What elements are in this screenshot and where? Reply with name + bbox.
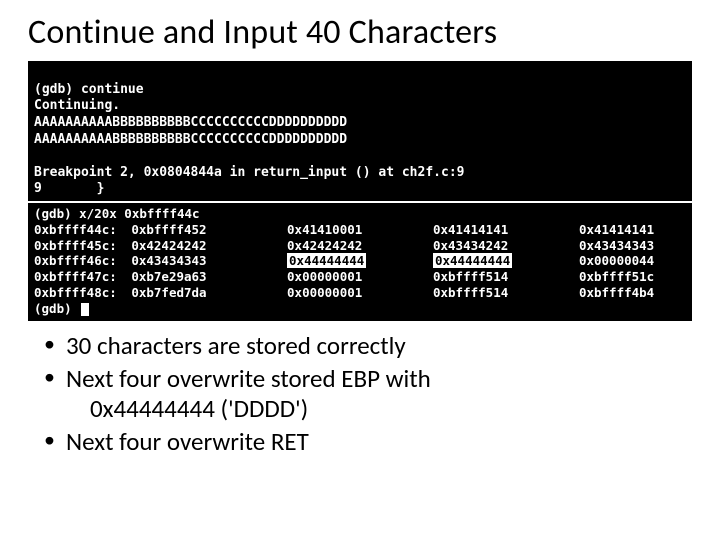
mem-value: 0x43434343 [131, 253, 287, 269]
mem-value: 0x41410001 [287, 222, 433, 238]
bullet-item: Next four overwrite stored EBP with 0x44… [42, 364, 692, 425]
terminal-gdb-continue: (gdb) continue Continuing. AAAAAAAAAABBB… [28, 61, 692, 201]
mem-addr: 0xbffff45c: [34, 238, 131, 254]
mem-value: 0x43434343 [579, 238, 686, 254]
bullet-list: 30 characters are stored correctly Next … [28, 331, 692, 457]
mem-addr: 0xbffff44c: [34, 222, 131, 238]
mem-value: 0x42424242 [287, 238, 433, 254]
mem-value: 0xb7fed7da [131, 285, 287, 301]
terminal-gdb-memory: (gdb) x/20x 0xbffff44c 0xbffff44c:0xbfff… [28, 203, 692, 321]
mem-value: 0x42424242 [131, 238, 287, 254]
memory-row: 0xbffff48c:0xb7fed7da0x000000010xbffff51… [34, 285, 686, 301]
term1-line: Breakpoint 2, 0x0804844a in return_input… [34, 165, 464, 180]
mem-value: 0x44444444 [287, 253, 433, 269]
bullet-text-cont: 0x44444444 ('DDDD') [66, 394, 692, 425]
mem-value: 0x00000044 [579, 253, 686, 269]
highlighted-value: 0x44444444 [433, 253, 512, 268]
memory-row: 0xbffff46c:0x434343430x444444440x4444444… [34, 253, 686, 269]
highlighted-value: 0x44444444 [287, 253, 366, 268]
mem-addr: 0xbffff46c: [34, 253, 131, 269]
bullet-item: Next four overwrite RET [42, 427, 692, 458]
term1-line: (gdb) continue [34, 82, 144, 97]
mem-addr: 0xbffff47c: [34, 269, 131, 285]
mem-value: 0x43434242 [433, 238, 579, 254]
memory-dump-rows: 0xbffff44c:0xbffff4520x414100010x4141414… [34, 222, 686, 301]
memory-row: 0xbffff47c:0xb7e29a630x000000010xbffff51… [34, 269, 686, 285]
mem-value: 0xbffff51c [579, 269, 686, 285]
memory-row: 0xbffff44c:0xbffff4520x414100010x4141414… [34, 222, 686, 238]
term1-line: AAAAAAAAAABBBBBBBBBBCCCCCCCCCCDDDDDDDDDD [34, 115, 347, 130]
gdb-command: (gdb) x/20x 0xbffff44c [34, 206, 686, 222]
mem-value: 0xb7e29a63 [131, 269, 287, 285]
mem-value: 0x41414141 [579, 222, 686, 238]
mem-addr: 0xbffff48c: [34, 285, 131, 301]
slide-title: Continue and Input 40 Characters [28, 12, 692, 53]
mem-value: 0xbffff452 [131, 222, 287, 238]
term1-line: AAAAAAAAAABBBBBBBBBBCCCCCCCCCCDDDDDDDDDD [34, 132, 347, 147]
cursor-icon [81, 303, 89, 316]
mem-value: 0xbffff4b4 [579, 285, 686, 301]
term1-line: Continuing. [34, 98, 120, 113]
mem-value: 0x44444444 [433, 253, 579, 269]
mem-value: 0x00000001 [287, 269, 433, 285]
mem-value: 0x00000001 [287, 285, 433, 301]
bullet-item: 30 characters are stored correctly [42, 331, 692, 362]
mem-value: 0xbffff514 [433, 269, 579, 285]
mem-value: 0xbffff514 [433, 285, 579, 301]
gdb-prompt: (gdb) [34, 301, 686, 317]
memory-row: 0xbffff45c:0x424242420x424242420x4343424… [34, 238, 686, 254]
bullet-text: Next four overwrite stored EBP with [66, 363, 431, 394]
term1-line: 9 } [34, 181, 104, 196]
mem-value: 0x41414141 [433, 222, 579, 238]
